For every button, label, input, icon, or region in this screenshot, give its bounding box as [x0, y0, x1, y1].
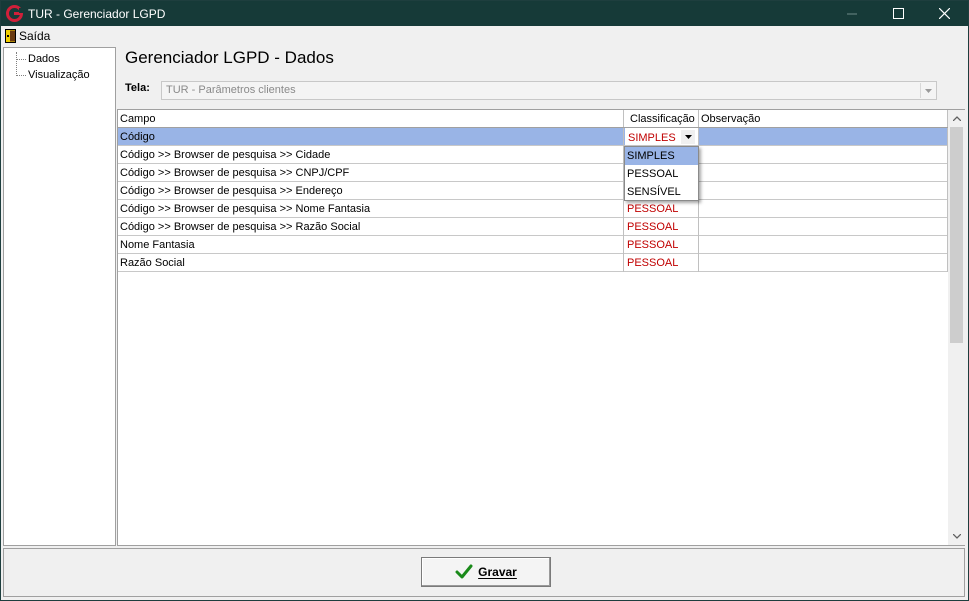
exit-door-icon: [5, 28, 16, 43]
cell-campo[interactable]: Código >> Browser de pesquisa >> Razão S…: [118, 218, 624, 236]
tree-branch: [16, 74, 26, 76]
cell-campo[interactable]: Código: [118, 128, 624, 146]
grid-vertical-scrollbar[interactable]: [948, 110, 965, 545]
save-button-label: Gravar: [478, 565, 517, 579]
tree-item-visualizacao[interactable]: Visualização: [4, 67, 90, 83]
chevron-down-icon: [684, 135, 692, 139]
classification-editor-value: SIMPLES: [628, 132, 676, 144]
tela-dropdown-button[interactable]: [920, 83, 935, 98]
check-icon: [455, 564, 473, 579]
app-logo-icon: [6, 5, 23, 22]
cell-observacao[interactable]: [699, 200, 948, 218]
tree-item-dados[interactable]: Dados: [4, 51, 60, 67]
table-row[interactable]: Código SIMPLES: [118, 128, 948, 146]
classification-dropdown-button[interactable]: [681, 130, 695, 144]
chevron-down-icon: [924, 88, 932, 93]
classification-dropdown-list: SIMPLES PESSOAL SENSÍVEL: [624, 146, 699, 201]
table-row[interactable]: Código >> Browser de pesquisa >> Endereç…: [118, 182, 948, 200]
cell-campo[interactable]: Código >> Browser de pesquisa >> Endereç…: [118, 182, 624, 200]
cell-observacao[interactable]: [699, 218, 948, 236]
cell-campo[interactable]: Código >> Browser de pesquisa >> Nome Fa…: [118, 200, 624, 218]
scroll-thumb[interactable]: [950, 127, 963, 343]
close-button[interactable]: [921, 1, 967, 26]
chevron-down-icon: [952, 534, 961, 539]
maximize-icon: [892, 8, 904, 19]
tela-select[interactable]: TUR - Parâmetros clientes: [161, 81, 937, 100]
dropdown-option-pessoal[interactable]: PESSOAL: [625, 165, 698, 183]
footer-panel: Gravar: [3, 548, 965, 597]
maximize-button[interactable]: [875, 1, 921, 26]
table-row[interactable]: Razão Social PESSOAL: [118, 254, 948, 272]
column-header-classificacao[interactable]: Classificação: [624, 110, 699, 127]
main-window: TUR - Gerenciador LGPD Saída Dados Visua…: [0, 0, 969, 601]
title-bar[interactable]: TUR - Gerenciador LGPD: [1, 1, 968, 26]
cell-observacao[interactable]: [699, 128, 948, 146]
column-header-campo[interactable]: Campo: [118, 110, 624, 127]
cell-observacao[interactable]: [699, 164, 948, 182]
table-row[interactable]: Nome Fantasia PESSOAL: [118, 236, 948, 254]
tela-select-value: TUR - Parâmetros clientes: [166, 84, 296, 96]
tree-branch: [16, 58, 26, 60]
cell-campo[interactable]: Nome Fantasia: [118, 236, 624, 254]
classification-editor[interactable]: SIMPLES: [625, 128, 698, 145]
grid-header: Campo Classificação Observação: [118, 110, 948, 128]
cell-classificacao[interactable]: PESSOAL: [624, 200, 699, 218]
page-title: Gerenciador LGPD - Dados: [125, 48, 334, 67]
menu-exit-label: Saída: [19, 28, 51, 43]
cell-campo[interactable]: Código >> Browser de pesquisa >> Cidade: [118, 146, 624, 164]
navigation-tree: Dados Visualização: [3, 47, 116, 546]
dropdown-option-sensivel[interactable]: SENSÍVEL: [625, 183, 698, 201]
tree-item-label: Dados: [28, 53, 60, 65]
tree-item-label: Visualização: [28, 69, 90, 81]
table-row[interactable]: Código >> Browser de pesquisa >> Nome Fa…: [118, 200, 948, 218]
fields-grid: Campo Classificação Observação Código SI…: [117, 109, 965, 546]
scroll-down-button[interactable]: [948, 528, 965, 545]
menu-exit[interactable]: Saída: [5, 28, 50, 43]
cell-observacao[interactable]: [699, 146, 948, 164]
cell-classificacao[interactable]: PESSOAL: [624, 236, 699, 254]
tela-label: Tela:: [125, 82, 150, 94]
chevron-up-icon: [952, 116, 961, 121]
cell-campo[interactable]: Código >> Browser de pesquisa >> CNPJ/CP…: [118, 164, 624, 182]
dropdown-option-simples[interactable]: SIMPLES: [625, 147, 698, 165]
table-row[interactable]: Código >> Browser de pesquisa >> Cidade: [118, 146, 948, 164]
menu-bar: Saída: [2, 26, 968, 45]
cell-observacao[interactable]: [699, 254, 948, 272]
table-row[interactable]: Código >> Browser de pesquisa >> CNPJ/CP…: [118, 164, 948, 182]
cell-classificacao[interactable]: PESSOAL: [624, 254, 699, 272]
cell-classificacao[interactable]: PESSOAL: [624, 218, 699, 236]
minimize-icon: [847, 13, 857, 14]
cell-observacao[interactable]: [699, 236, 948, 254]
window-title: TUR - Gerenciador LGPD: [28, 7, 166, 21]
save-button[interactable]: Gravar: [421, 557, 551, 587]
cell-observacao[interactable]: [699, 182, 948, 200]
minimize-button[interactable]: [829, 1, 875, 26]
column-header-observacao[interactable]: Observação: [699, 110, 948, 127]
scroll-up-button[interactable]: [948, 110, 965, 127]
table-row[interactable]: Código >> Browser de pesquisa >> Razão S…: [118, 218, 948, 236]
close-icon: [938, 8, 950, 19]
cell-campo[interactable]: Razão Social: [118, 254, 624, 272]
